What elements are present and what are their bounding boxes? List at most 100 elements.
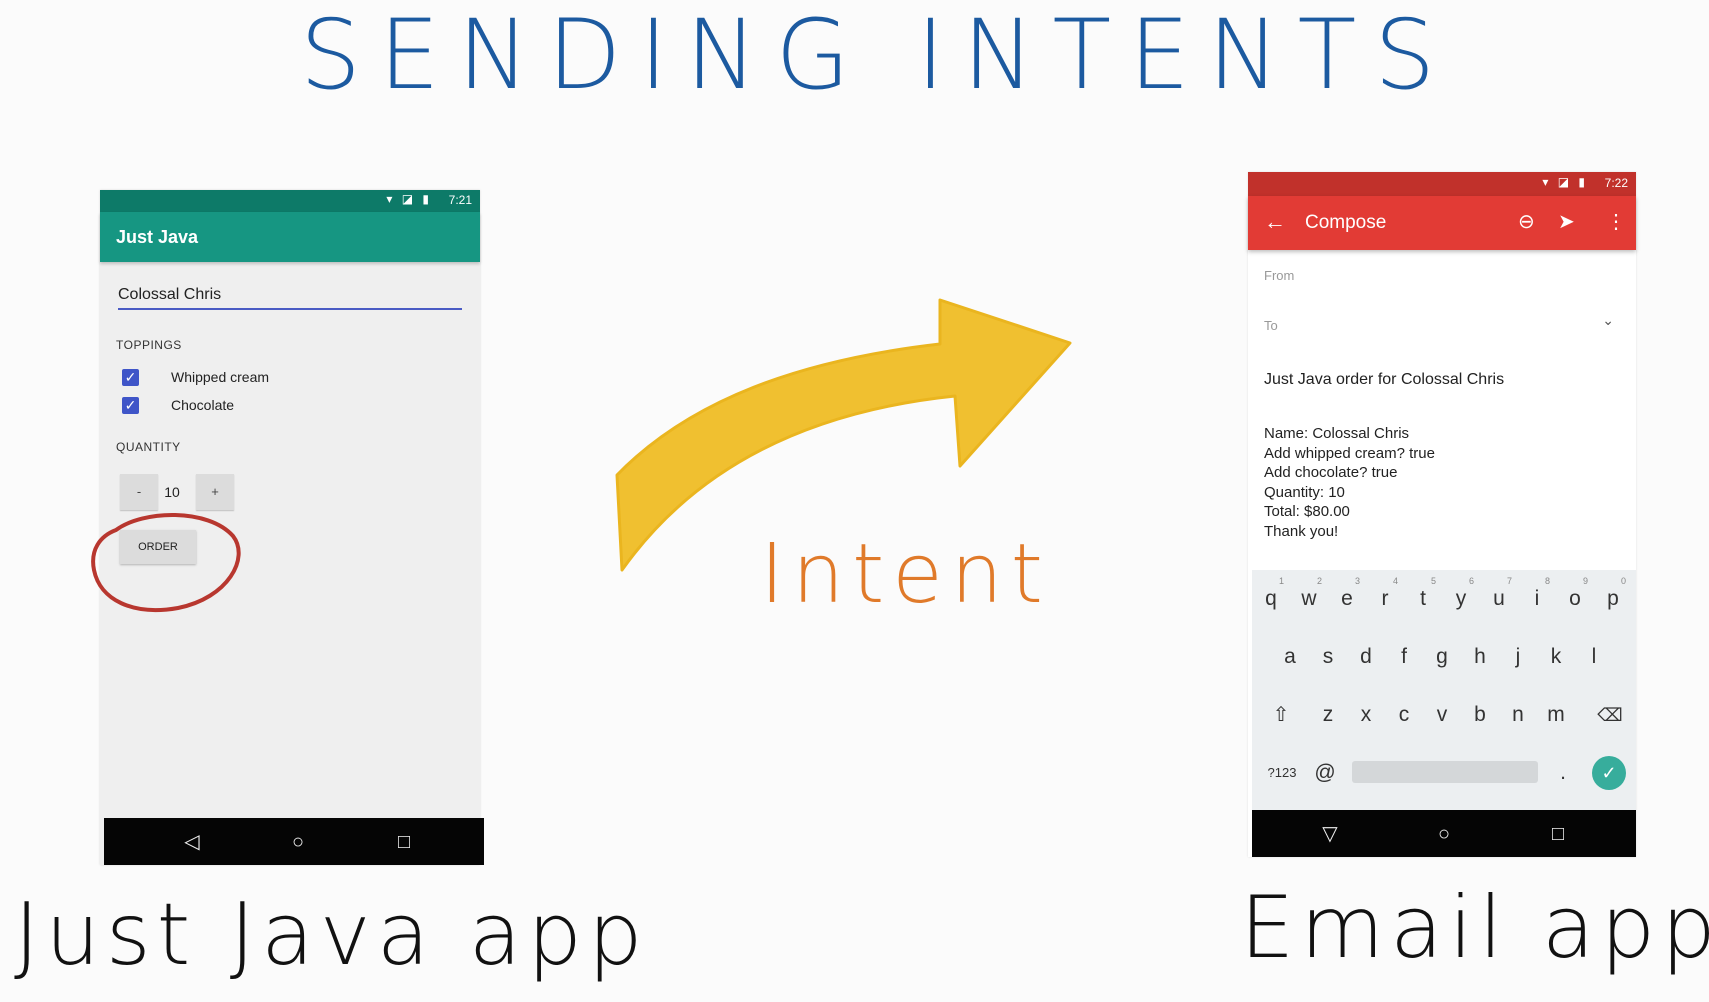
key-hint: 3 — [1354, 576, 1360, 586]
key-j[interactable]: j — [1503, 632, 1533, 678]
key-h[interactable]: h — [1465, 632, 1495, 678]
nav-home-icon[interactable]: ○ — [1432, 822, 1456, 846]
key-hint: 9 — [1582, 576, 1588, 586]
quantity-label: QUANTITY — [116, 440, 181, 454]
key-q[interactable]: 1q — [1256, 574, 1286, 620]
key-u[interactable]: 7u — [1484, 574, 1514, 620]
key-v[interactable]: v — [1427, 690, 1457, 736]
status-bar: ▾ ◪ ▮ 7:22 — [1248, 172, 1636, 196]
key-m[interactable]: m — [1541, 690, 1571, 736]
key-hint: 7 — [1506, 576, 1512, 586]
key-char: i — [1534, 587, 1540, 610]
key-hint: 5 — [1430, 576, 1436, 586]
status-time: 7:22 — [1604, 176, 1628, 190]
status-bar: ▾ ◪ ▮ 7:21 — [100, 190, 480, 212]
key-p[interactable]: 0p — [1598, 574, 1628, 620]
key-i[interactable]: 8i — [1522, 574, 1552, 620]
key-hint: 4 — [1392, 576, 1398, 586]
status-time: 7:21 — [448, 193, 472, 207]
name-input[interactable] — [118, 282, 462, 310]
shift-key-icon[interactable]: ⇧ — [1266, 690, 1296, 736]
at-key[interactable]: @ — [1310, 748, 1340, 794]
email-body[interactable]: Name: Colossal Chris Add whipped cream? … — [1264, 424, 1435, 541]
key-z[interactable]: z — [1313, 690, 1343, 736]
symbols-key[interactable]: ?123 — [1262, 748, 1302, 794]
back-arrow-icon[interactable]: ← — [1264, 210, 1286, 234]
nav-back-icon[interactable]: ◁ — [180, 830, 204, 854]
slide-title: SENDING INTENTS — [300, 0, 1454, 111]
key-hint: 0 — [1620, 576, 1626, 586]
status-icons: ▾ ◪ ▮ — [1542, 175, 1588, 189]
key-x[interactable]: x — [1351, 690, 1381, 736]
backspace-key-icon[interactable]: ⌫ — [1590, 690, 1630, 736]
chocolate-checkbox-row[interactable]: ✓ Chocolate — [122, 394, 234, 416]
key-g[interactable]: g — [1427, 632, 1457, 678]
app-title: Just Java — [116, 227, 199, 247]
key-o[interactable]: 9o — [1560, 574, 1590, 620]
key-t[interactable]: 5t — [1408, 574, 1438, 620]
body-line: Thank you! — [1264, 522, 1339, 540]
whipped-cream-checkbox[interactable]: ✓ — [122, 368, 139, 386]
key-w[interactable]: 2w — [1294, 574, 1324, 620]
keyboard-row-4: ?123 @ . ✓ — [1252, 748, 1636, 798]
send-icon[interactable]: ➤ — [1558, 210, 1575, 234]
key-y[interactable]: 6y — [1446, 574, 1476, 620]
increment-button[interactable]: + — [196, 474, 234, 510]
whipped-cream-label: Whipped cream — [171, 369, 270, 385]
key-e[interactable]: 3e — [1332, 574, 1362, 620]
key-n[interactable]: n — [1503, 690, 1533, 736]
toppings-label: TOPPINGS — [116, 338, 182, 352]
intent-label: Intent — [760, 527, 1051, 622]
nav-recents-icon[interactable]: □ — [392, 830, 416, 854]
subject-field[interactable]: Just Java order for Colossal Chris — [1264, 371, 1504, 389]
to-field[interactable]: To — [1264, 318, 1278, 333]
decrement-button[interactable]: - — [120, 474, 158, 510]
body-line: Name: Colossal Chris — [1264, 425, 1410, 442]
body-line: Quantity: 10 — [1264, 483, 1345, 501]
key-char: q — [1265, 587, 1277, 610]
compose-toolbar: ← Compose ⊖ ➤ ⋮ — [1248, 196, 1636, 250]
nav-home-icon[interactable]: ○ — [286, 830, 310, 854]
body-line: Add chocolate? true — [1264, 464, 1398, 481]
body-line: Add whipped cream? true — [1264, 444, 1435, 462]
key-char: w — [1301, 587, 1317, 610]
key-a[interactable]: a — [1275, 632, 1305, 678]
body-line: Total: $80.00 — [1264, 503, 1350, 520]
more-vert-icon[interactable]: ⋮ — [1606, 210, 1626, 234]
key-b[interactable]: b — [1465, 690, 1495, 736]
whipped-cream-checkbox-row[interactable]: ✓ Whipped cream — [122, 366, 269, 388]
enter-check-icon[interactable]: ✓ — [1592, 756, 1626, 790]
key-hint: 2 — [1316, 576, 1322, 586]
key-char: u — [1493, 587, 1505, 610]
key-char: t — [1420, 587, 1426, 610]
key-r[interactable]: 4r — [1370, 574, 1400, 620]
key-hint: 1 — [1278, 576, 1284, 586]
navigation-bar: ▽ ○ □ — [1252, 810, 1636, 857]
key-char: r — [1381, 587, 1389, 610]
keyboard-row-1: 1q 2w 3e 4r 5t 6y 7u 8i 9o 0p — [1252, 574, 1636, 624]
key-f[interactable]: f — [1389, 632, 1419, 678]
key-l[interactable]: l — [1579, 632, 1609, 678]
key-char: o — [1569, 587, 1581, 610]
email-caption: Email app — [1240, 878, 1709, 978]
keyboard-row-2: a s d f g h j k l — [1252, 632, 1636, 682]
app-bar: Just Java — [100, 212, 480, 262]
space-key[interactable] — [1352, 761, 1538, 783]
order-highlight-circle-icon — [91, 513, 241, 613]
nav-recents-icon[interactable]: □ — [1546, 822, 1570, 846]
key-s[interactable]: s — [1313, 632, 1343, 678]
chevron-down-icon[interactable]: ⌄ — [1602, 312, 1614, 329]
key-char: y — [1455, 587, 1467, 610]
key-hint: 8 — [1544, 576, 1550, 586]
nav-back-icon[interactable]: ▽ — [1318, 822, 1342, 846]
period-key[interactable]: . — [1548, 748, 1578, 794]
just-java-caption: Just Java app — [14, 885, 649, 985]
key-hint: 6 — [1468, 576, 1474, 586]
status-icons: ▾ ◪ ▮ — [386, 192, 432, 206]
attach-icon[interactable]: ⊖ — [1518, 210, 1535, 234]
key-d[interactable]: d — [1351, 632, 1381, 678]
chocolate-checkbox[interactable]: ✓ — [122, 396, 139, 414]
key-k[interactable]: k — [1541, 632, 1571, 678]
from-label: From — [1264, 268, 1295, 283]
key-c[interactable]: c — [1389, 690, 1419, 736]
